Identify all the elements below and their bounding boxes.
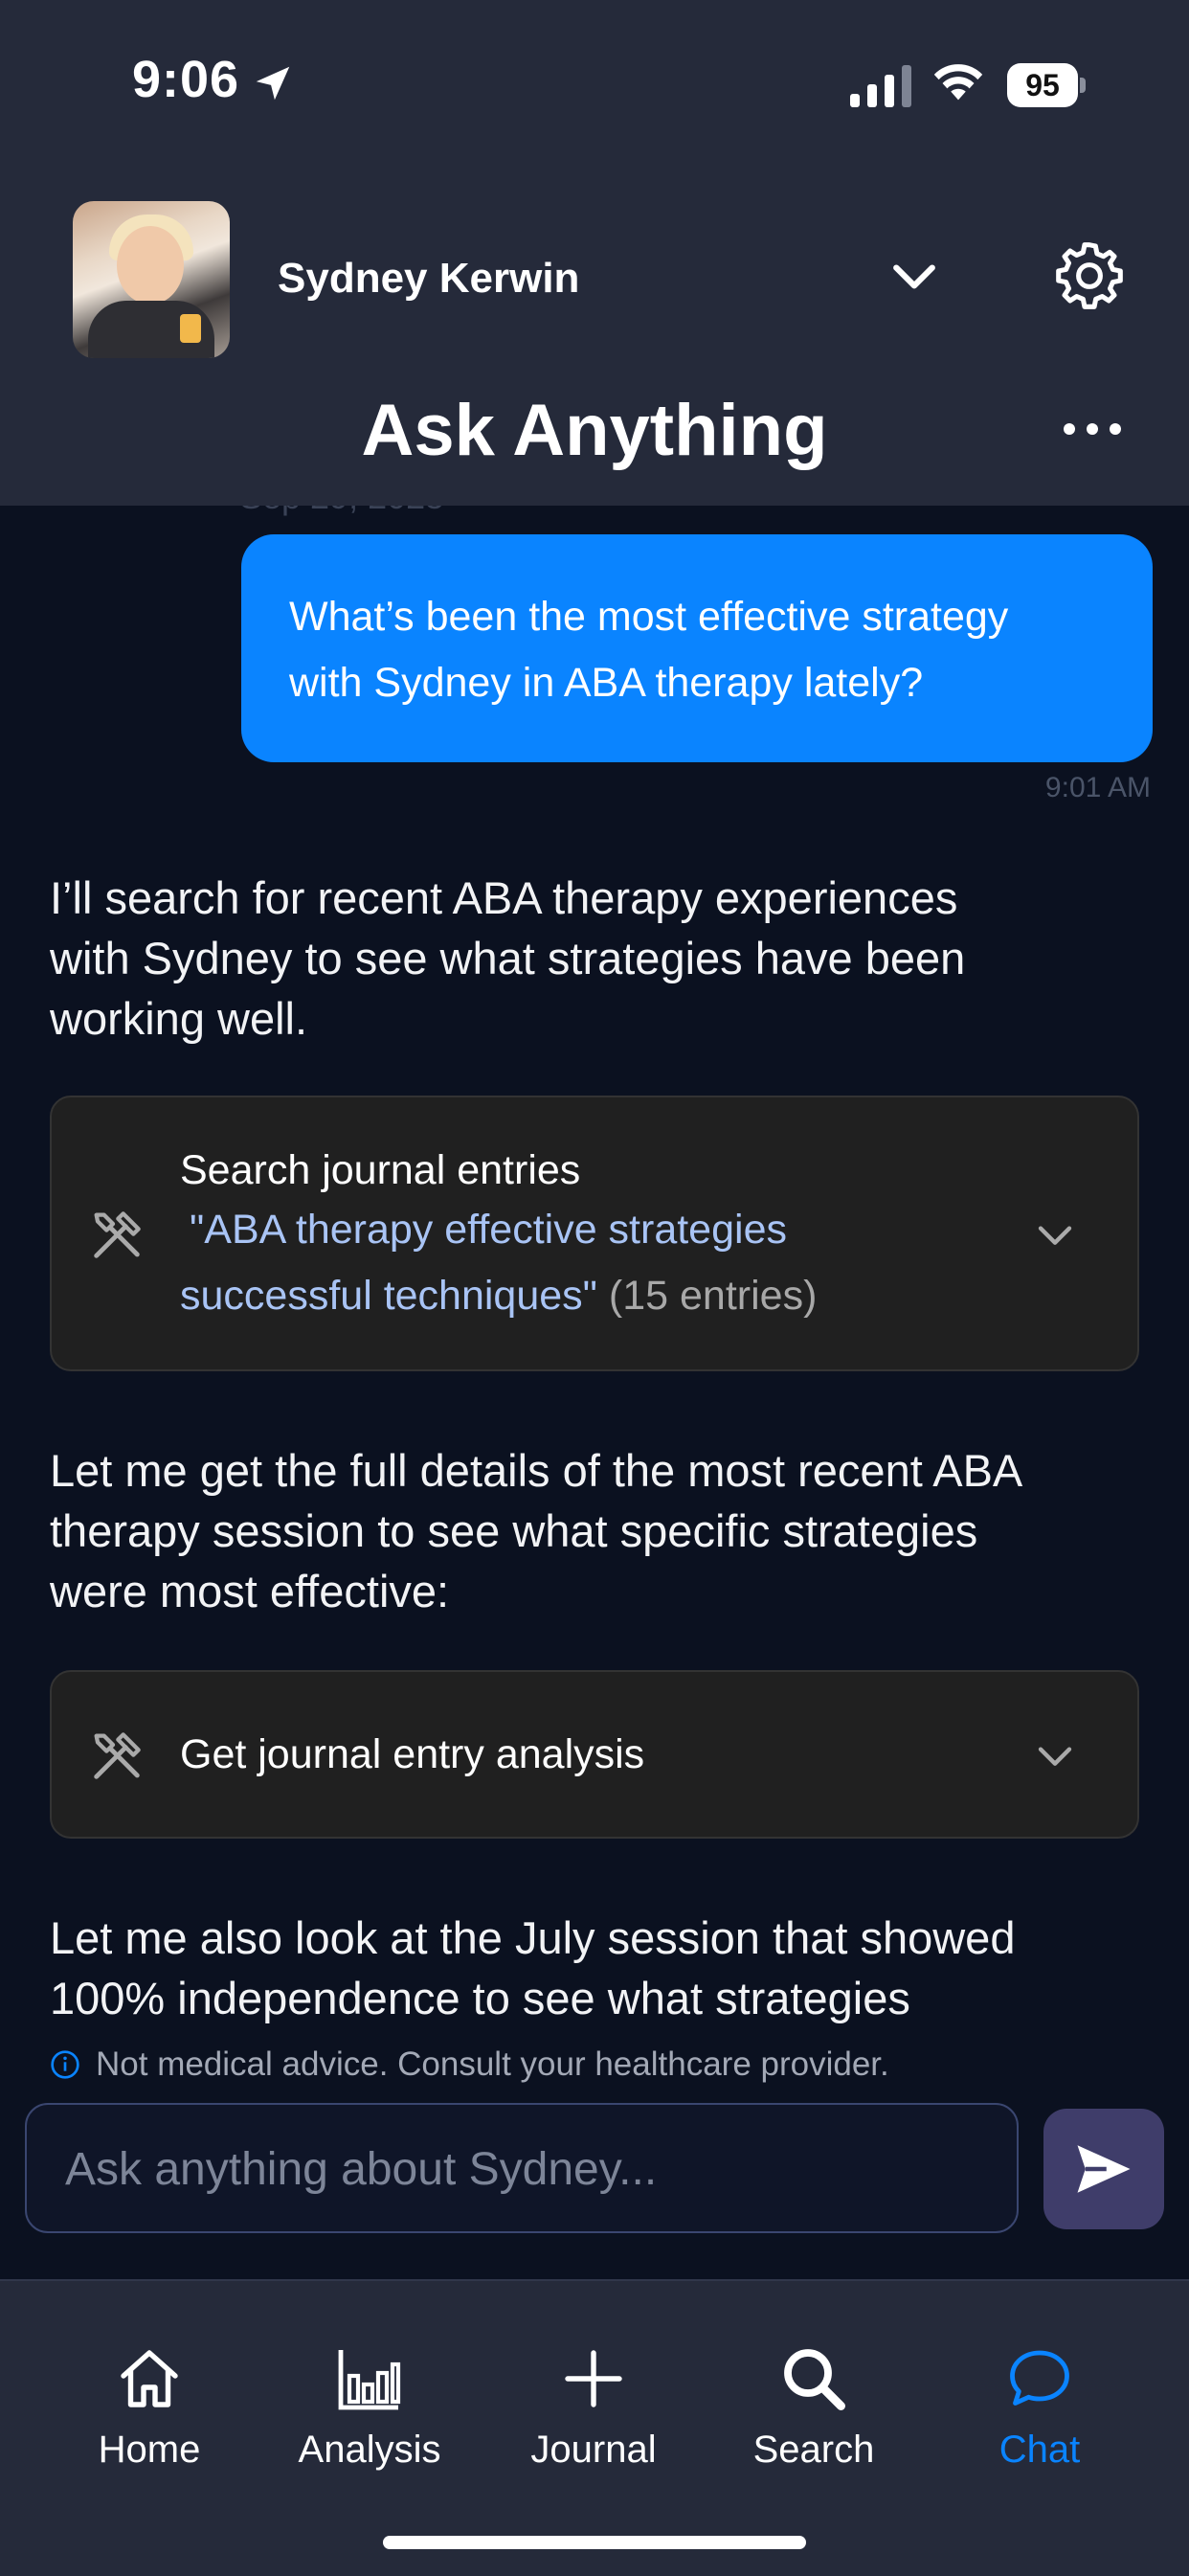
nav-analysis[interactable]: Analysis xyxy=(274,2344,465,2472)
message-composer[interactable] xyxy=(25,2103,1019,2233)
nav-journal[interactable]: Journal xyxy=(498,2344,689,2472)
nav-label: Chat xyxy=(998,2429,1081,2471)
chat-thread[interactable]: Sep 29, 2025 What’s been the most effect… xyxy=(0,506,1189,2095)
chevron-down-icon[interactable] xyxy=(1036,1743,1074,1772)
app-header: 9:06 95 Sydney Kerwin Ask Anything xyxy=(0,0,1189,506)
plus-icon xyxy=(565,2350,622,2407)
date-divider: Sep 29, 2025 xyxy=(239,506,444,517)
info-icon xyxy=(51,2050,79,2079)
message-timestamp: 9:01 AM xyxy=(1044,772,1151,803)
cellular-signal-icon xyxy=(850,65,911,107)
assistant-message: I’ll search for recent ABA therapy exper… xyxy=(50,868,1151,1049)
tool-query-line: successful techniques" (15 entries) xyxy=(180,1263,817,1329)
result-count: (15 entries) xyxy=(608,1273,818,1319)
assistant-message: Let me also look at the July session tha… xyxy=(50,1908,1151,2028)
tool-query-line: "ABA therapy effective strategies xyxy=(190,1207,787,1253)
bar-chart-icon xyxy=(338,2350,401,2410)
assistant-message-line: Let me get the full details of the most … xyxy=(50,1445,1023,1496)
nav-label: Search xyxy=(752,2429,875,2471)
assistant-message: Let me get the full details of the most … xyxy=(50,1440,1151,1621)
nav-search[interactable]: Search xyxy=(718,2344,909,2472)
assistant-message-line: with Sydney to see what strategies have … xyxy=(50,933,966,983)
chevron-down-icon[interactable] xyxy=(1036,1222,1074,1251)
page-title: Ask Anything xyxy=(361,390,828,471)
nav-label: Analysis xyxy=(298,2429,441,2471)
tool-call-title: Search journal entries xyxy=(180,1147,581,1193)
assistant-message-line: working well. xyxy=(50,993,308,1044)
tool-call-search-card[interactable]: Search journal entries "ABA therapy effe… xyxy=(50,1096,1139,1371)
tool-query-text: successful techniques" xyxy=(180,1273,597,1319)
battery-indicator: 95 xyxy=(1007,63,1086,107)
location-arrow-icon xyxy=(256,66,290,101)
home-icon xyxy=(121,2350,178,2407)
chat-input[interactable] xyxy=(63,2105,986,2233)
assistant-message-line: I’ll search for recent ABA therapy exper… xyxy=(50,872,958,923)
profile-avatar[interactable] xyxy=(73,201,230,358)
tools-icon xyxy=(94,1211,141,1258)
battery-level: 95 xyxy=(1007,63,1078,107)
nav-home[interactable]: Home xyxy=(54,2344,245,2472)
nav-chat[interactable]: Chat xyxy=(944,2344,1135,2472)
nav-label: Journal xyxy=(530,2429,657,2471)
tool-call-title: Get journal entry analysis xyxy=(180,1731,645,1777)
user-message-bubble: What’s been the most effective strategy … xyxy=(241,534,1153,762)
send-button[interactable] xyxy=(1043,2109,1164,2229)
disclaimer-text: Not medical advice. Consult your healthc… xyxy=(96,2045,889,2083)
assistant-message-line: were most effective: xyxy=(50,1566,450,1616)
user-message-line: What’s been the most effective strategy xyxy=(289,594,1009,640)
status-time: 9:06 xyxy=(132,51,240,108)
tool-call-analysis-card[interactable]: Get journal entry analysis xyxy=(50,1670,1139,1839)
send-icon xyxy=(1077,2145,1131,2193)
disclaimer: Not medical advice. Consult your healthc… xyxy=(50,2045,889,2084)
assistant-message-line: Let me also look at the July session tha… xyxy=(50,1912,1016,1963)
assistant-message-line: 100% independence to see what strategies xyxy=(50,1973,910,2023)
home-indicator xyxy=(383,2536,806,2549)
more-options-icon[interactable] xyxy=(1061,418,1124,441)
chevron-down-icon[interactable] xyxy=(890,259,938,297)
bottom-tab-bar: Home Analysis Journal Search Chat xyxy=(0,2279,1189,2576)
assistant-message-line: therapy session to see what specific str… xyxy=(50,1505,978,1556)
gear-icon[interactable] xyxy=(1053,239,1126,312)
tool-call-query: "ABA therapy effective strategies succes… xyxy=(180,1197,817,1329)
search-icon xyxy=(784,2349,845,2410)
nav-label: Home xyxy=(98,2429,201,2471)
chat-bubble-icon xyxy=(1010,2350,1069,2406)
wifi-icon xyxy=(933,64,983,101)
tools-icon xyxy=(94,1732,141,1779)
user-message-line: with Sydney in ABA therapy lately? xyxy=(289,660,924,706)
profile-name[interactable]: Sydney Kerwin xyxy=(278,255,579,303)
